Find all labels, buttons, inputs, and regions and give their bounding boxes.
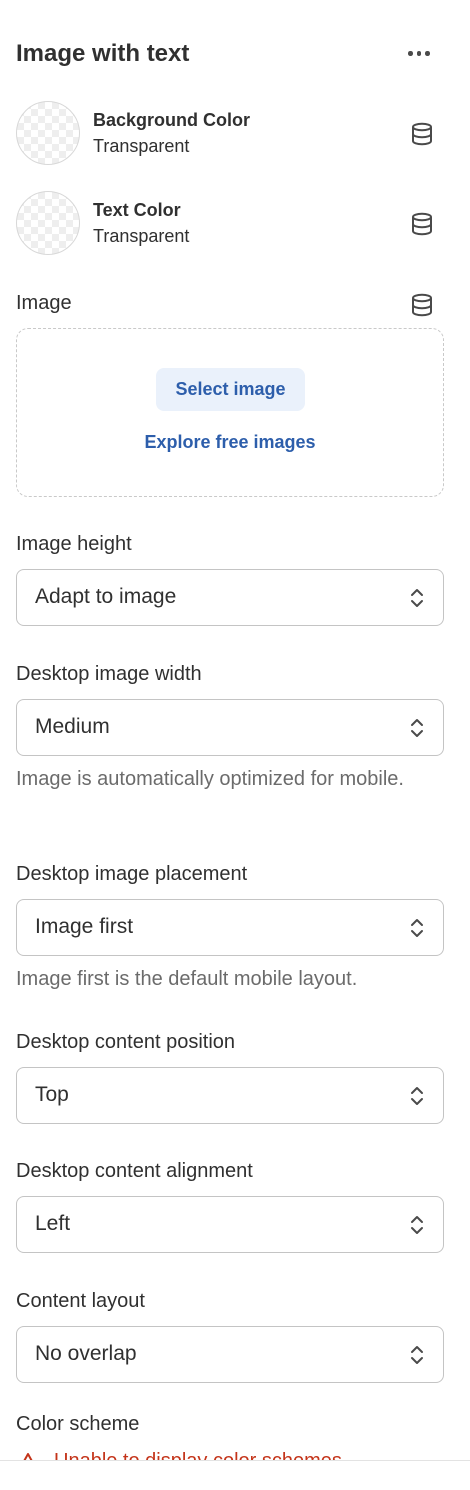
content-layout-label: Content layout xyxy=(16,1290,145,1312)
settings-panel: Image with text Background Color Transpa… xyxy=(0,0,470,1460)
image-height-value: Adapt to image xyxy=(35,585,177,608)
background-color-label: Background Color xyxy=(93,110,251,130)
ellipsis-horizontal-icon xyxy=(408,51,413,56)
desktop-image-placement-label: Desktop image placement xyxy=(16,863,248,885)
content-layout-value: No overlap xyxy=(35,1342,137,1365)
select-chevron-icon xyxy=(411,1346,423,1364)
desktop-image-placement-value: Image first xyxy=(35,915,134,938)
desktop-image-placement-select[interactable]: Image first xyxy=(16,899,444,956)
desktop-content-position-label: Desktop content position xyxy=(16,1031,236,1053)
background-color-swatch[interactable] xyxy=(16,101,80,165)
desktop-content-alignment-value: Left xyxy=(35,1212,71,1235)
color-scheme-label: Color scheme xyxy=(16,1413,140,1435)
text-color-swatch[interactable] xyxy=(16,191,80,255)
select-chevron-icon xyxy=(411,1216,423,1234)
more-actions-button[interactable] xyxy=(406,40,436,68)
image-height-label: Image height xyxy=(16,533,132,555)
desktop-image-placement-help: Image first is the default mobile layout… xyxy=(16,968,358,990)
warning-icon xyxy=(23,1453,33,1460)
color-scheme-error-text: Unable to display color schemes xyxy=(54,1450,342,1460)
panel-title: Image with text xyxy=(16,40,190,67)
panel-header: Image with text xyxy=(16,38,446,72)
select-chevron-icon xyxy=(411,919,423,937)
text-color-value: Transparent xyxy=(93,226,190,246)
desktop-image-width-select[interactable]: Medium xyxy=(16,699,444,756)
select-chevron-icon xyxy=(411,719,423,737)
image-height-select[interactable]: Adapt to image xyxy=(16,569,444,626)
desktop-content-alignment-select[interactable]: Left xyxy=(16,1196,444,1253)
select-chevron-icon xyxy=(411,1087,423,1105)
desktop-image-width-value: Medium xyxy=(35,715,110,738)
select-image-button[interactable]: Select image xyxy=(156,368,305,411)
bottom-bar xyxy=(0,1460,470,1490)
dynamic-source-database-icon[interactable] xyxy=(410,212,434,236)
desktop-content-position-select[interactable]: Top xyxy=(16,1067,444,1124)
ellipsis-dot xyxy=(416,51,421,56)
explore-free-images-link[interactable]: Explore free images xyxy=(17,432,443,453)
dynamic-source-database-icon[interactable] xyxy=(410,293,434,317)
text-color-setting[interactable]: Text Color Transparent xyxy=(16,191,446,255)
dynamic-source-database-icon[interactable] xyxy=(410,122,434,146)
desktop-image-width-help: Image is automatically optimized for mob… xyxy=(16,768,404,790)
content-layout-select[interactable]: No overlap xyxy=(16,1326,444,1383)
background-color-setting[interactable]: Background Color Transparent xyxy=(16,101,446,165)
ellipsis-dot xyxy=(425,51,430,56)
background-color-value: Transparent xyxy=(93,136,190,156)
image-dropzone[interactable]: Select image Explore free images xyxy=(16,328,444,497)
select-chevron-icon xyxy=(411,589,423,607)
desktop-content-position-value: Top xyxy=(35,1083,69,1106)
text-color-label: Text Color xyxy=(93,200,181,220)
image-label: Image xyxy=(16,292,72,314)
desktop-image-width-label: Desktop image width xyxy=(16,663,202,685)
desktop-content-alignment-label: Desktop content alignment xyxy=(16,1160,253,1182)
